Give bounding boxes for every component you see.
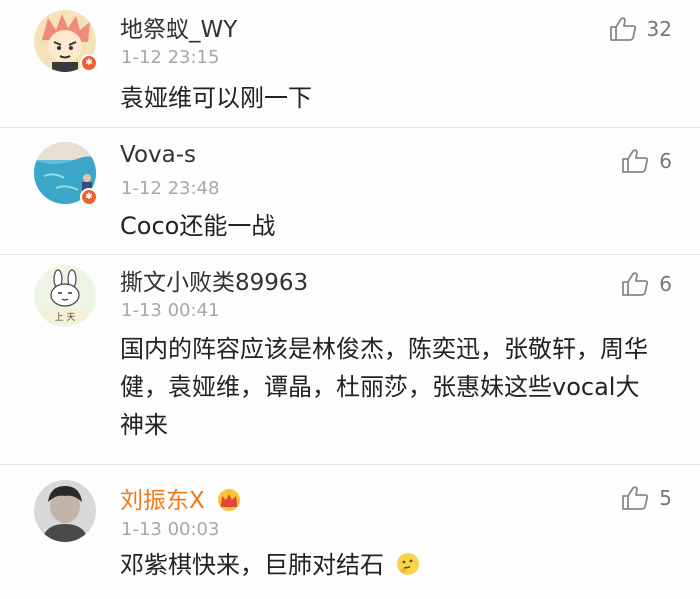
like-count: 32 [646, 17, 672, 41]
comment-time: 1-12 23:15 [121, 47, 220, 68]
comment-text-content: 邓紫棋快来，巨肺对结石 [120, 551, 384, 579]
comment-item: 上 天 撕文小败类89963 1-13 00:41 国内的阵容应该是林俊杰，陈奕… [0, 255, 700, 465]
comment-text: 袁娅维可以刚一下 [120, 84, 312, 112]
like-button[interactable]: 32 [609, 14, 672, 44]
like-button[interactable]: 6 [621, 269, 672, 299]
crown-icon [218, 489, 241, 511]
like-button[interactable]: 6 [621, 146, 672, 176]
thumbs-up-icon [609, 17, 636, 41]
like-button[interactable]: 5 [621, 483, 672, 513]
bunny-avatar-icon[interactable]: 上 天 [34, 265, 96, 327]
comment-text: 邓紫棋快来，巨肺对结石 [120, 546, 660, 584]
comment-text: 国内的阵容应该是林俊杰，陈奕迅，张敬轩，周华健，袁娅维，谭晶，杜丽莎，张惠妹这些… [120, 335, 648, 439]
thumbs-up-icon [622, 149, 649, 173]
comment-item: ✱ 地祭蚁_WY 1-12 23:15 袁娅维可以刚一下 32 [0, 0, 700, 128]
thumbs-up-icon [622, 272, 649, 296]
username-text[interactable]: 刘振东X [120, 488, 205, 514]
username[interactable]: 刘振东X [120, 481, 243, 515]
portrait-avatar-icon[interactable] [34, 480, 96, 542]
like-count: 5 [659, 486, 672, 510]
verified-badge-icon: ✱ [80, 54, 98, 72]
thinking-emoji-icon [396, 553, 419, 575]
username[interactable]: Vova-s [120, 142, 196, 168]
username[interactable]: 地祭蚁_WY [120, 10, 237, 44]
username[interactable]: 撕文小败类89963 [120, 263, 308, 297]
verified-badge-icon: ✱ [80, 188, 98, 206]
like-count: 6 [659, 149, 672, 173]
comment-item: ✱ Vova-s 1-12 23:48 Coco还能一战 6 [0, 128, 700, 255]
comment-time: 1-13 00:41 [121, 300, 220, 321]
comment-list: ✱ 地祭蚁_WY 1-12 23:15 袁娅维可以刚一下 32 ✱ Vova-s… [0, 0, 700, 599]
comment-item: 刘振东X 1-13 00:03 邓紫棋快来，巨肺对结石 5 [0, 465, 700, 599]
thumbs-up-icon [622, 486, 649, 510]
comment-text: Coco还能一战 [120, 212, 276, 240]
avatar-caption: 上 天 [55, 312, 76, 323]
comment-time: 1-12 23:48 [121, 178, 220, 199]
comment-time: 1-13 00:03 [121, 519, 220, 540]
like-count: 6 [659, 272, 672, 296]
